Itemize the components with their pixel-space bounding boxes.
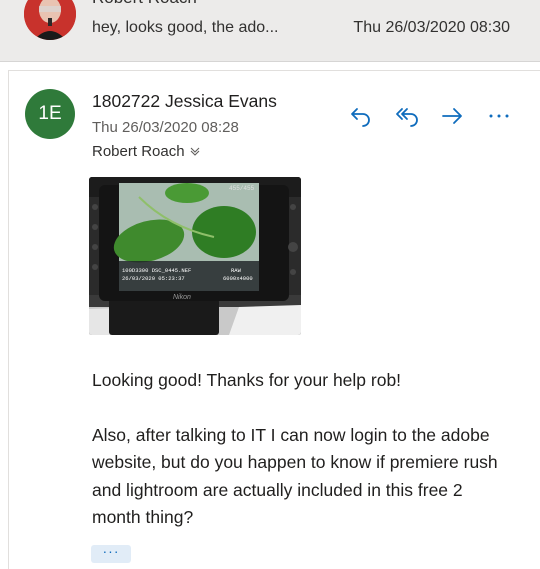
recipient-name: Robert Roach [92, 143, 185, 160]
body-paragraph: Looking good! Thanks for your help rob! [92, 370, 402, 390]
sent-date: Thu 26/03/2020 08:28 [92, 119, 239, 136]
camera-brand: Nikon [173, 294, 191, 301]
reply-all-icon[interactable] [393, 103, 421, 129]
reply-icon[interactable] [347, 103, 375, 129]
avatar [24, 0, 76, 40]
camera-file-line-2: 26/03/2020 05:23:37 [122, 275, 185, 282]
collapsed-message[interactable]: Robert Roach hey, looks good, the ado...… [0, 0, 540, 62]
forward-icon[interactable] [439, 103, 467, 129]
sender-name[interactable]: 1802722 Jessica Evans [92, 91, 277, 112]
recipient-line[interactable]: Robert Roach [92, 143, 201, 161]
collapsed-preview: hey, looks good, the ado... [92, 19, 279, 36]
message-card: 1E 1802722 Jessica Evans Thu 26/03/2020 … [8, 70, 540, 569]
camera-file-line-1: 100D3300 DSC_0445.NEF [122, 267, 191, 274]
show-more-button[interactable]: ··· [91, 544, 131, 563]
collapsed-sender: Robert Roach [92, 0, 197, 8]
more-icon[interactable] [485, 103, 513, 129]
attachment-image[interactable]: 455/455 100D3300 DSC_0445.NEF 26/03/2020… [89, 177, 301, 335]
body-paragraph: Also, after talking to IT I can now logi… [92, 424, 498, 528]
camera-raw-label: RAW [231, 267, 242, 274]
chevron-down-icon[interactable] [189, 144, 201, 161]
camera-counter: 455/455 [229, 185, 255, 192]
message-body: Looking good! Thanks for your help rob! … [92, 367, 512, 559]
collapsed-date: Thu 26/03/2020 08:30 [353, 19, 510, 36]
camera-resolution: 6000x4000 [223, 275, 253, 282]
sender-initials-avatar: 1E [25, 89, 75, 139]
